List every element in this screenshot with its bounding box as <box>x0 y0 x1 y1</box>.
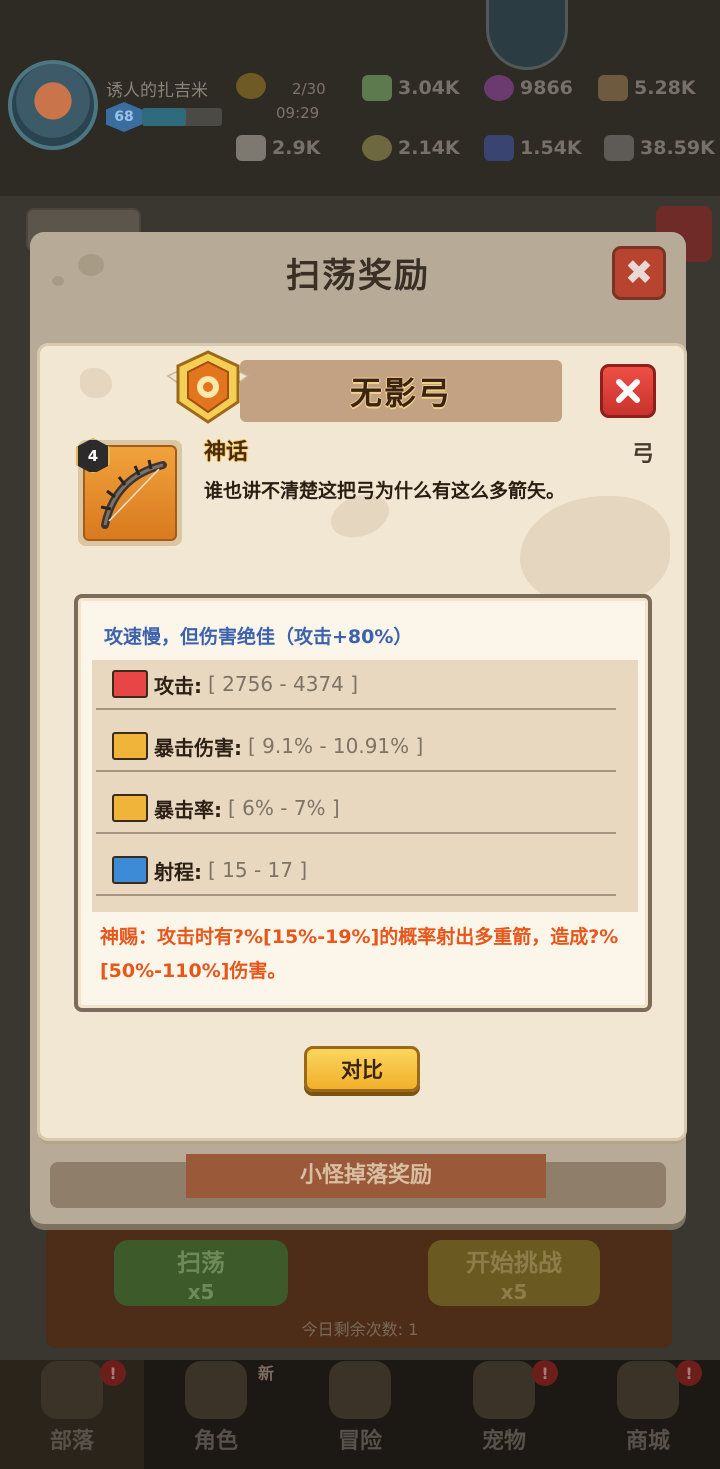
nav-label: 冒险 <box>337 1429 382 1454</box>
resource-value: 2.14K <box>398 137 460 159</box>
sweep-label: 扫荡 <box>177 1248 225 1277</box>
nav-pets[interactable]: 宠物 ! <box>432 1360 576 1469</box>
green-gem-icon <box>362 75 392 101</box>
new-badge: 新 <box>257 1364 274 1383</box>
close-icon <box>616 379 640 403</box>
stamina-timer: 09:29 <box>276 104 320 122</box>
resource-purple-orb[interactable]: 9866 <box>484 72 573 104</box>
stat-range: [ 2756 - 4374 ] <box>208 672 359 696</box>
stamina-icon <box>236 73 266 99</box>
resource-value: 3.04K <box>398 77 460 99</box>
reward-section-bar: 小怪掉落奖励 <box>50 1154 666 1208</box>
gold-coin-icon <box>362 135 392 161</box>
alert-badge: ! <box>532 1360 558 1386</box>
stats-headline: 攻速慢，但伤害绝佳（攻击+80%） <box>104 626 413 648</box>
wood-icon <box>598 75 628 101</box>
stat-name: 暴击伤害: <box>154 735 242 760</box>
divine-blessing-text: 神赐：攻击时有?%[15%-19%]的概率射出多重箭，造成?%[50%-110%… <box>100 926 619 982</box>
stat-name: 暴击率: <box>154 797 222 822</box>
item-icon-frame[interactable]: 4 <box>76 438 182 546</box>
event-medal-icon[interactable] <box>486 0 568 70</box>
modal-close-button[interactable]: ✖ <box>612 246 666 300</box>
remaining-attempts: 今日剩余次数: 1 <box>301 1320 419 1339</box>
bottom-nav: 部落 ! 角色 新 冒险 宠物 ! 商城 ! <box>0 1360 720 1469</box>
stat-row-range: 射程: [ 15 - 17 ] <box>96 846 616 896</box>
resource-value: 1.54K <box>520 137 582 159</box>
resource-green-gem[interactable]: 3.04K <box>362 72 460 104</box>
alert-badge: ! <box>676 1360 702 1386</box>
stat-range: [ 15 - 17 ] <box>208 858 308 882</box>
stat-row-crit-rate: 暴击率: [ 6% - 7% ] <box>96 784 616 834</box>
stat-row-attack: 攻击: [ 2756 - 4374 ] <box>96 660 616 710</box>
crystal-icon <box>484 135 514 161</box>
stats-list: 攻击: [ 2756 - 4374 ] 暴击伤害: [ 9.1% - 10.91… <box>92 660 638 912</box>
stat-row-crit-damage: 暴击伤害: [ 9.1% - 10.91% ] <box>96 722 616 772</box>
stamina-resource[interactable] <box>236 70 266 102</box>
crit-damage-icon <box>112 732 148 760</box>
pet-icon <box>473 1361 535 1419</box>
shop-icon <box>617 1361 679 1419</box>
resource-value: 5.28K <box>634 77 696 99</box>
item-close-button[interactable] <box>600 364 656 418</box>
stone-icon <box>604 135 634 161</box>
bone-icon <box>236 135 266 161</box>
map-icon <box>329 1361 391 1419</box>
nav-shop[interactable]: 商城 ! <box>576 1360 720 1469</box>
player-name: 诱人的扎吉米 <box>106 81 208 101</box>
stat-range: [ 9.1% - 10.91% ] <box>248 734 424 758</box>
resource-stone[interactable]: 38.59K <box>604 132 715 164</box>
nav-tribe[interactable]: 部落 ! <box>0 1360 144 1469</box>
sweep-cost: x5 <box>187 1279 215 1304</box>
item-rarity: 神话 <box>204 440 249 465</box>
resource-value: 9866 <box>520 77 573 99</box>
nav-label: 角色 <box>193 1429 238 1454</box>
nav-adventure[interactable]: 冒险 <box>288 1360 432 1469</box>
attack-icon <box>112 670 148 698</box>
sweep-button[interactable]: 扫荡 x5 <box>114 1240 288 1306</box>
start-challenge-button[interactable]: 开始挑战 x5 <box>428 1240 600 1306</box>
character-icon <box>185 1361 247 1419</box>
reward-section-title: 小怪掉落奖励 <box>186 1154 546 1198</box>
challenge-cost: x5 <box>500 1279 528 1304</box>
purple-orb-icon <box>484 75 514 101</box>
resource-crystal[interactable]: 1.54K <box>484 132 582 164</box>
rarity-emblem-icon <box>166 346 250 424</box>
stat-range: [ 6% - 7% ] <box>228 796 340 820</box>
player-level-badge: 68 <box>106 102 142 132</box>
compare-button[interactable]: 对比 <box>304 1046 420 1092</box>
item-description: 谁也讲不清楚这把弓为什么有这么多箭矢。 <box>204 480 566 502</box>
stamina-count: 2/30 <box>292 80 326 98</box>
crit-rate-icon <box>112 794 148 822</box>
nav-label: 商城 <box>625 1429 670 1454</box>
alert-badge: ! <box>100 1360 126 1386</box>
range-icon <box>112 856 148 884</box>
challenge-label: 开始挑战 <box>466 1248 562 1277</box>
stat-name: 攻击: <box>154 673 202 698</box>
stat-name: 射程: <box>154 859 202 884</box>
nav-label: 宠物 <box>481 1429 526 1454</box>
item-stats-box: 攻速慢，但伤害绝佳（攻击+80%） 攻击: [ 2756 - 4374 ] 暴击… <box>74 594 652 1012</box>
resource-wood[interactable]: 5.28K <box>598 72 696 104</box>
item-title-bar: 无影弓 <box>240 360 562 422</box>
resource-bone[interactable]: 2.9K <box>236 132 320 164</box>
item-type: 弓 <box>632 442 655 467</box>
item-detail-panel: 无影弓 4 神话 弓 谁也讲不清楚这把弓为什么有这么多箭矢。 攻速慢，但伤害绝佳… <box>40 346 684 1138</box>
resource-gold-coin[interactable]: 2.14K <box>362 132 460 164</box>
top-status-bar: 诱人的扎吉米 68 2/30 09:29 3.04K 9866 5.28K 2.… <box>0 0 720 196</box>
nav-label: 部落 <box>49 1429 94 1454</box>
nav-character[interactable]: 角色 新 <box>144 1360 288 1469</box>
resource-value: 38.59K <box>640 137 715 159</box>
exp-bar <box>142 108 222 126</box>
item-name: 无影弓 <box>349 374 452 412</box>
avatar[interactable] <box>8 60 98 150</box>
close-icon: ✖ <box>624 253 654 293</box>
resource-value: 2.9K <box>272 137 321 159</box>
modal-title: 扫荡奖励 <box>286 256 430 296</box>
tribe-icon <box>41 1361 103 1419</box>
